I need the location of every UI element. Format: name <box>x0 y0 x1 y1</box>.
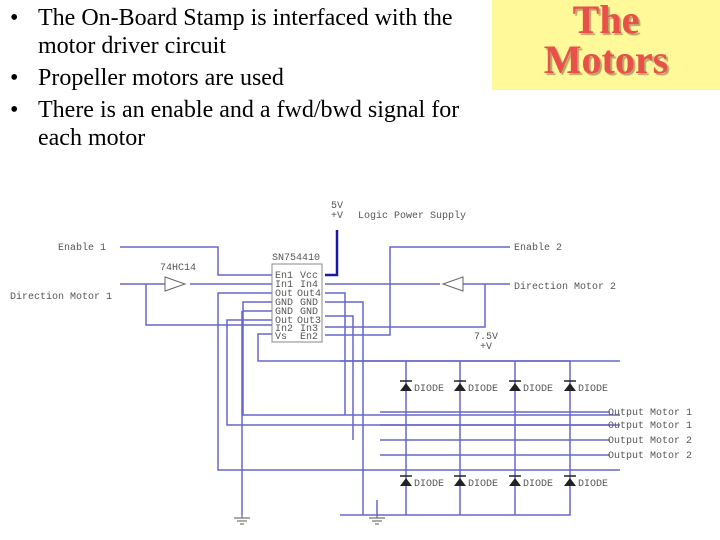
output-label: Output Motor 2 <box>608 436 692 447</box>
output-label: Output Motor 1 <box>608 408 692 419</box>
logic-supply-label: Logic Power Supply <box>358 210 466 222</box>
enable1-label: Enable 1 <box>58 242 106 254</box>
inverter-2-icon <box>441 276 464 292</box>
pin-label: Vs <box>275 332 287 343</box>
chip-label: SN754410 <box>272 253 320 264</box>
direction2-label: Direction Motor 2 <box>514 281 616 293</box>
inverter-1-icon <box>164 276 187 292</box>
motor-driver-schematic: SN754410 En1 In1 Out GND GND Out In2 Vs … <box>10 201 692 525</box>
diode-bars <box>400 380 576 477</box>
diode-label: DIODE <box>578 384 608 395</box>
diode-label: DIODE <box>468 479 498 490</box>
diode-label: DIODE <box>578 479 608 490</box>
pin-label: En2 <box>300 332 318 343</box>
motor-supply-symbol: +V <box>480 342 492 353</box>
diode-label: DIODE <box>523 384 553 395</box>
direction1-label: Direction Motor 1 <box>10 291 112 303</box>
diode-label: DIODE <box>468 384 498 395</box>
output-label: Output Motor 1 <box>608 421 692 432</box>
logic-supply-symbol: +V <box>331 211 343 222</box>
enable2-label: Enable 2 <box>514 242 562 254</box>
logic-supply-wire <box>325 230 339 277</box>
diode-label: DIODE <box>523 479 553 490</box>
diode-label: DIODE <box>414 479 444 490</box>
ground-icons <box>234 515 385 525</box>
output-label: Output Motor 2 <box>608 451 692 462</box>
ground-icon <box>369 515 385 525</box>
ground-icon <box>234 515 250 525</box>
inverter-label: 74HC14 <box>160 263 196 274</box>
diode-label: DIODE <box>414 384 444 395</box>
